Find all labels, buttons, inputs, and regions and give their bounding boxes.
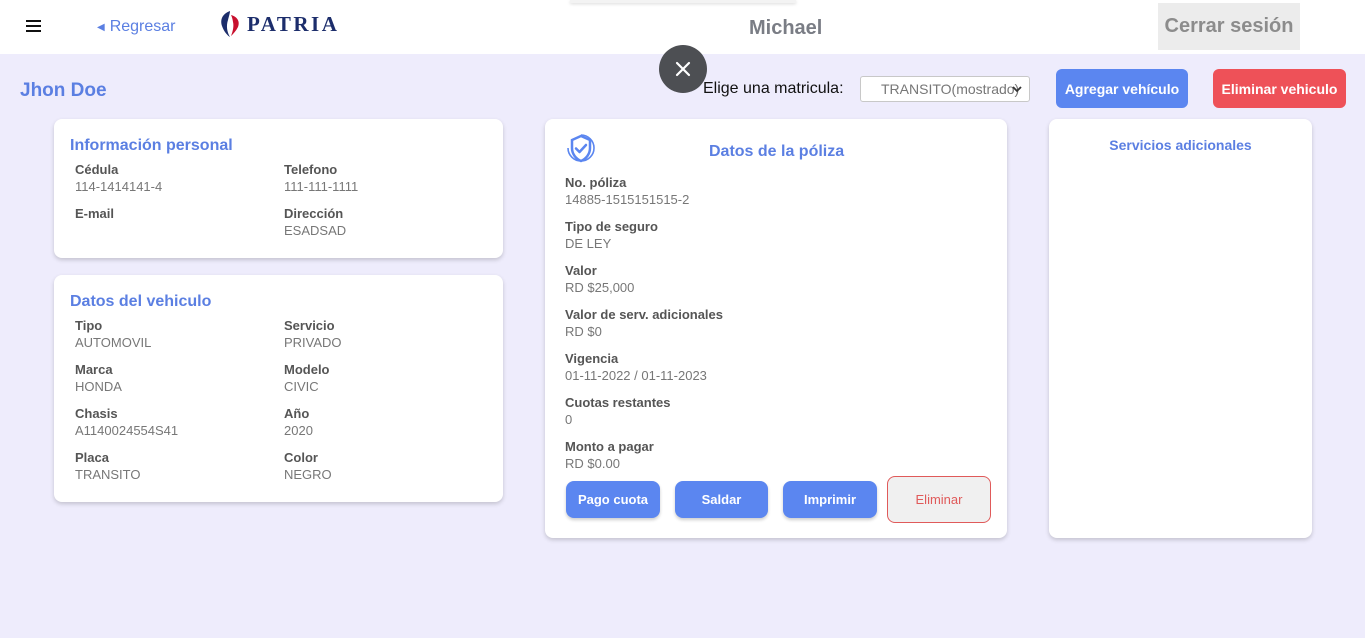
personal-info-card: Información personal Cédula 114-1414141-… [54,119,503,258]
additional-services-title: Servicios adicionales [1109,137,1252,153]
field-value-service: PRIVADO [284,335,342,350]
field-label-chassis: Chasis [75,406,118,421]
patria-logo-icon [221,11,239,37]
popover-edge [570,0,796,3]
client-name: Jhon Doe [20,80,107,101]
close-icon [675,61,691,77]
field-label-insurance-type: Tipo de seguro [565,219,658,234]
delete-policy-button[interactable]: Eliminar [887,476,991,523]
menu-icon[interactable] [26,20,41,34]
field-label-policy-no: No. póliza [565,175,627,190]
field-value-policy-no: 14885-1515151515-2 [565,192,690,207]
vehicle-info-card: Datos del vehiculo Tipo AUTOMOVIL Servic… [54,275,503,502]
field-value-brand: HONDA [75,379,122,394]
personal-info-title: Información personal [70,137,233,154]
print-button[interactable]: Imprimir [783,481,877,518]
field-label-brand: Marca [75,362,113,377]
user-name: Michael [749,17,823,39]
field-label-address: Dirección [284,206,344,221]
field-label-service: Servicio [284,318,335,333]
field-label-year: Año [284,406,310,421]
field-value-validity: 01-11-2022 / 01-11-2023 [565,368,707,383]
field-value-model: CIVIC [284,379,319,394]
field-label-color: Color [284,450,318,465]
policy-title: Datos de la póliza [709,143,845,160]
plate-select-label: Elige una matricula: [703,80,844,97]
field-label-plate: Placa [75,450,109,465]
field-value-phone: 111-111-1111 [284,179,359,194]
field-label-remaining-installments: Cuotas restantes [565,395,671,410]
back-link[interactable]: ◀ Regresar [97,18,176,36]
field-label-model: Modelo [284,362,330,377]
plate-select[interactable]: TRANSITO(mostrado) [860,76,1030,102]
chevron-down-icon [1012,86,1022,93]
pay-installment-button[interactable]: Pago cuota [566,481,660,518]
field-value-cedula: 114-1414141-4 [75,179,163,194]
field-label-value: Valor [565,263,597,278]
additional-services-card: Servicios adicionales [1049,119,1312,538]
field-value-year: 2020 [284,423,313,438]
delete-vehicle-button[interactable]: Eliminar vehiculo [1213,69,1346,108]
field-label-extra-value: Valor de serv. adicionales [565,307,724,322]
field-value-remaining-installments: 0 [565,412,573,427]
field-value-amount-due: RD $0.00 [565,456,620,471]
settle-button[interactable]: Saldar [675,481,768,518]
shield-check-icon [567,134,595,163]
field-label-amount-due: Monto a pagar [565,439,654,454]
add-vehicle-button[interactable]: Agregar vehículo [1056,69,1188,108]
field-label-cedula: Cédula [75,162,119,177]
field-value-insurance-type: DE LEY [565,236,612,251]
back-label: Regresar [109,18,176,35]
logout-button[interactable]: Cerrar sesión [1158,3,1300,50]
vehicle-info-title: Datos del vehiculo [70,293,212,310]
brand-logo[interactable]: PATRIA [218,10,339,38]
field-label-phone: Telefono [284,162,338,177]
field-value-type: AUTOMOVIL [75,335,152,350]
field-value-value: RD $25,000 [565,280,635,295]
close-button[interactable] [659,45,707,93]
field-value-plate: TRANSITO [75,467,141,482]
plate-select-value: TRANSITO(mostrado) [881,81,1020,97]
field-value-color: NEGRO [284,467,332,482]
brand-wordmark: PATRIA [247,11,340,36]
field-value-address: ESADSAD [284,223,347,238]
caret-left-icon: ◀ [97,21,105,33]
field-label-type: Tipo [75,318,103,333]
field-value-chassis: A1140024554S41 [75,423,179,438]
field-label-validity: Vigencia [565,351,619,366]
field-value-extra-value: RD $0 [565,324,602,339]
field-label-email: E-mail [75,206,115,221]
